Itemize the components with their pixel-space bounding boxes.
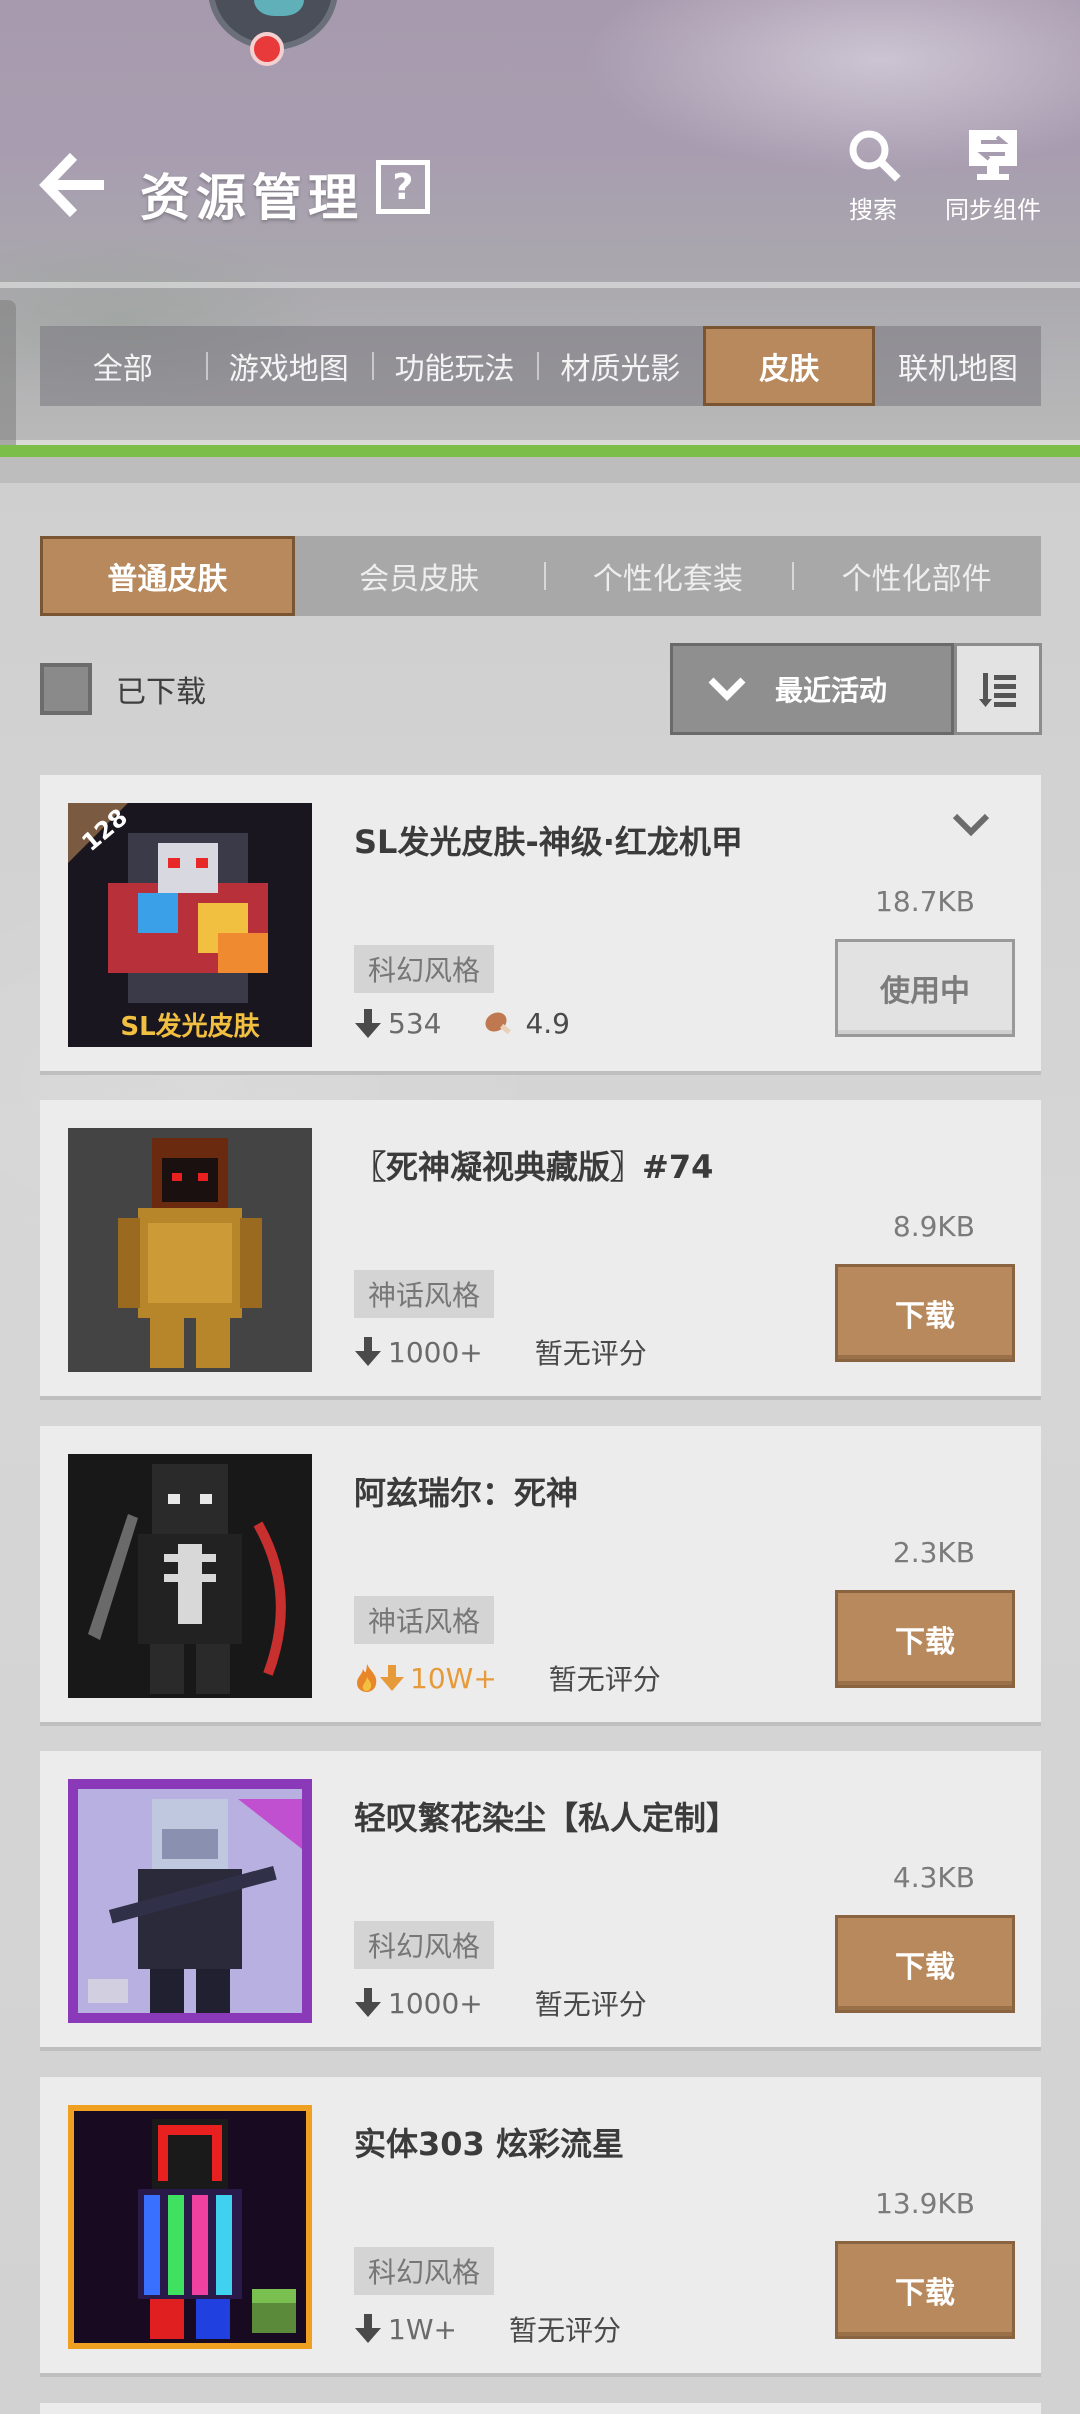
skin-thumbnail [68, 1454, 312, 1698]
skin-type-tabs: 普通皮肤 会员皮肤 个性化套装 个性化部件 [40, 536, 1041, 616]
download-count: 534 [388, 1007, 442, 1040]
style-tag: 神话风格 [354, 1270, 495, 1318]
tab-personal-parts[interactable]: 个性化部件 [792, 536, 1041, 616]
search-button[interactable]: 搜索 [808, 126, 938, 226]
tab-game-maps[interactable]: 游戏地图 [205, 326, 372, 406]
download-arrow-icon [355, 1337, 381, 1366]
skin-thumbnail [68, 1128, 312, 1372]
style-tag: 科幻风格 [354, 945, 495, 993]
tab-all[interactable]: 全部 [40, 326, 206, 406]
sync-components-label: 同步组件 [945, 196, 1041, 224]
file-size: 18.7KB [875, 885, 975, 918]
download-button[interactable]: 下载 [835, 1915, 1015, 2013]
rating-value: 暂无评分 [548, 1663, 661, 1696]
search-icon [849, 130, 901, 182]
rating-value: 4.9 [525, 1007, 570, 1040]
skin-item-card[interactable]: 轻叹繁花染尘【私人定制】 4.3KB 科幻风格 1000+ 暂无评分 下载 [40, 1751, 1041, 2047]
skin-title: 实体303 炫彩流星 [354, 2125, 624, 2163]
download-button[interactable]: 下载 [835, 2241, 1015, 2339]
rating-value: 暂无评分 [534, 1337, 647, 1370]
search-label: 搜索 [849, 196, 897, 224]
help-button[interactable]: ? [376, 160, 430, 214]
item-stats: 10W+ 暂无评分 [354, 1658, 661, 1698]
skin-title: 轻叹繁花染尘【私人定制】 [354, 1799, 739, 1837]
category-tabs: 全部 游戏地图 功能玩法 材质光影 皮肤 联机地图 [40, 326, 1041, 406]
download-button[interactable]: 下载 [835, 1590, 1015, 1688]
file-size: 2.3KB [892, 1536, 975, 1569]
divider-shadow [0, 457, 1080, 483]
skin-item-card[interactable]: 128 SL发光皮肤 SL发光皮肤-神级·红龙机甲 18.7KB 科幻风格 53… [40, 775, 1041, 1071]
download-count: 10W+ [410, 1661, 497, 1695]
skin-item-card-partial[interactable] [40, 2403, 1041, 2414]
sort-order-button[interactable] [954, 643, 1042, 735]
skin-title: SL发光皮肤-神级·红龙机甲 [354, 823, 743, 861]
downloaded-label: 已下载 [116, 675, 206, 710]
download-arrow-icon [355, 1988, 381, 2017]
rating-value: 暂无评分 [508, 2314, 621, 2347]
item-stats: 534 4.9 [354, 1007, 570, 1040]
tab-gameplay[interactable]: 功能玩法 [371, 326, 538, 406]
skin-item-card[interactable]: 〖死神凝视典藏版〗#74 8.9KB 神话风格 1000+ 暂无评分 下载 [40, 1100, 1041, 1396]
skin-thumbnail [68, 2105, 312, 2349]
tab-member-skins[interactable]: 会员皮肤 [295, 536, 544, 616]
sort-list-icon [979, 673, 1016, 707]
skin-item-card[interactable]: 实体303 炫彩流星 13.9KB 科幻风格 1W+ 暂无评分 下载 [40, 2077, 1041, 2373]
sync-components-button[interactable]: 同步组件 [928, 126, 1058, 226]
back-button[interactable] [38, 150, 108, 220]
green-divider [0, 445, 1080, 457]
downloaded-filter[interactable]: 已下载 [40, 663, 206, 715]
thumbnail-banner: SL发光皮肤 [120, 1011, 260, 1042]
tab-multiplayer-maps[interactable]: 联机地图 [875, 326, 1041, 406]
sort-label: 最近活动 [775, 674, 888, 707]
tab-skins[interactable]: 皮肤 [703, 326, 876, 406]
skin-item-card[interactable]: 阿兹瑞尔：死神 2.3KB 神话风格 10W+ 暂无评分 下载 [40, 1426, 1041, 1722]
download-arrow-icon [355, 2314, 381, 2343]
item-stats: 1000+ 暂无评分 [354, 1983, 647, 2023]
style-tag: 科幻风格 [354, 1921, 495, 1969]
sync-monitor-icon [969, 130, 1017, 180]
sort-dropdown[interactable]: 最近活动 [670, 643, 954, 735]
item-stats: 1000+ 暂无评分 [354, 1332, 647, 1372]
style-tag: 科幻风格 [354, 2247, 495, 2295]
notification-dot [250, 32, 284, 66]
in-use-button[interactable]: 使用中 [835, 939, 1015, 1037]
tab-textures-shaders[interactable]: 材质光影 [537, 326, 703, 406]
style-tag: 神话风格 [354, 1596, 495, 1644]
meat-rating-icon [485, 1011, 512, 1034]
file-size: 4.3KB [892, 1861, 975, 1894]
skin-thumbnail: 128 SL发光皮肤 [68, 803, 312, 1047]
file-size: 8.9KB [892, 1210, 975, 1243]
fire-hot-icon [357, 1664, 377, 1692]
chevron-down-icon [708, 677, 746, 701]
skin-thumbnail [68, 1779, 312, 2023]
download-count: 1000+ [388, 1986, 483, 2020]
download-count: 1W+ [388, 2312, 457, 2346]
downloaded-checkbox[interactable] [40, 663, 92, 715]
download-arrow-icon [380, 1665, 404, 1691]
rating-value: 暂无评分 [534, 1988, 647, 2021]
header-divider [0, 282, 1080, 288]
skin-title: 阿兹瑞尔：死神 [354, 1474, 579, 1512]
file-size: 13.9KB [875, 2187, 975, 2220]
download-button[interactable]: 下载 [835, 1264, 1015, 1362]
expand-chevron-icon[interactable] [951, 811, 991, 839]
download-arrow-icon [355, 1008, 381, 1038]
download-count: 1000+ [388, 1335, 483, 1369]
resource-content: 普通皮肤 会员皮肤 个性化套装 个性化部件 已下载 最近活动 128 SL发光皮… [0, 483, 1080, 2414]
item-stats: 1W+ 暂无评分 [354, 2309, 621, 2349]
skin-title: 〖死神凝视典藏版〗#74 [354, 1148, 714, 1186]
page-title: 资源管理 [140, 169, 364, 227]
arrow-left-icon [39, 152, 104, 218]
tab-normal-skins[interactable]: 普通皮肤 [40, 536, 295, 616]
tab-personal-sets[interactable]: 个性化套装 [543, 536, 793, 616]
header: 资源管理 ? 搜索 同步组件 全部 游戏地图 功能玩法 材质光影 皮肤 联机地图 [0, 0, 1080, 440]
